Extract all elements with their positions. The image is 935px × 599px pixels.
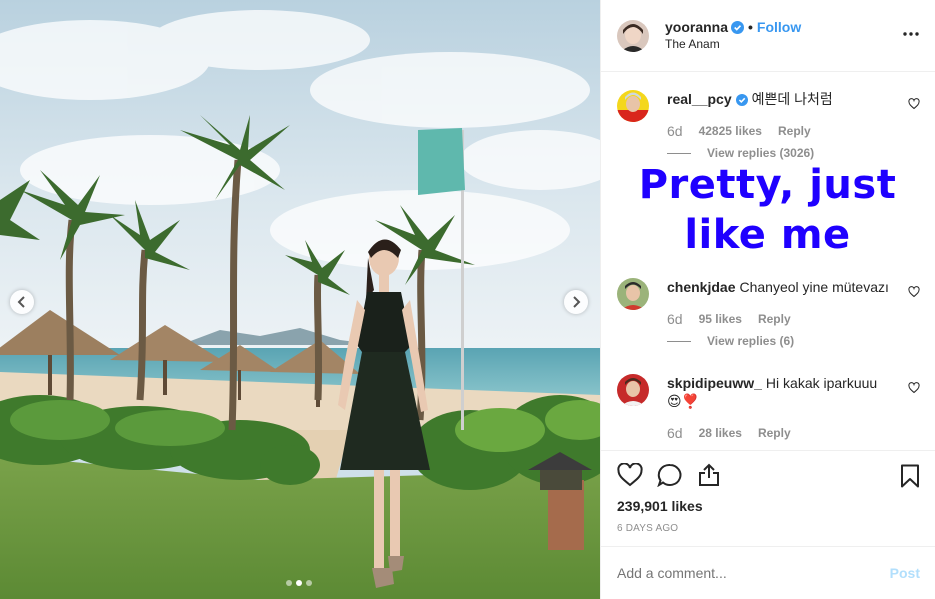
chevron-left-icon: [17, 296, 25, 308]
carousel-next-button[interactable]: [564, 290, 588, 314]
comment-text-block: skpidipeuww_ Hi kakak iparkuuu 😍❣️: [667, 374, 897, 410]
heart-icon[interactable]: [617, 463, 643, 487]
carousel-dot: [306, 580, 312, 586]
comment-likes[interactable]: 42825 likes: [699, 124, 762, 138]
comment-text-block: chenkjdae Chanyeol yine mütevazı: [667, 278, 897, 296]
comment-text: Hi kakak iparkuuu: [765, 375, 878, 391]
heart-icon[interactable]: [908, 98, 920, 110]
comment-meta: 6d 42825 likes Reply: [667, 123, 811, 139]
comment-time[interactable]: 6d: [667, 123, 683, 139]
view-replies-label: View replies (6): [707, 334, 795, 348]
verified-badge-icon: [735, 94, 748, 106]
comment-time[interactable]: 6d: [667, 311, 683, 327]
carousel-dot-active: [296, 580, 302, 586]
author-info: yooranna • Follow The Anam: [665, 19, 801, 53]
overlay-caption-line: like me: [684, 212, 851, 258]
more-options-icon[interactable]: [903, 26, 919, 42]
comment-text-block: real__pcy 예쁜데 나처럼: [667, 90, 897, 108]
comment-input[interactable]: [617, 565, 890, 581]
post-actions-section: 239,901 likes 6 DAYS AGO: [601, 450, 935, 534]
post-button[interactable]: Post: [890, 565, 920, 581]
comment-username[interactable]: skpidipeuww_: [667, 375, 762, 391]
heart-icon[interactable]: [908, 382, 920, 394]
follow-button[interactable]: Follow: [757, 19, 801, 35]
comment-meta: 6d 28 likes Reply: [667, 425, 791, 441]
verified-badge-icon: [731, 20, 745, 34]
header-separator: •: [748, 18, 753, 35]
post-timestamp[interactable]: 6 DAYS AGO: [617, 523, 678, 534]
bookmark-icon[interactable]: [900, 464, 920, 488]
commenter-avatar[interactable]: [617, 90, 649, 122]
carousel-prev-button[interactable]: [10, 290, 34, 314]
comment-username[interactable]: chenkjdae: [667, 279, 735, 295]
post-header: yooranna • Follow The Anam: [601, 0, 935, 72]
commenter-avatar[interactable]: [617, 278, 649, 310]
share-icon[interactable]: [697, 463, 721, 487]
chevron-right-icon: [573, 296, 581, 308]
comment-text: 예쁜데 나처럼: [751, 91, 833, 107]
comment-emoji: 😍❣️: [667, 393, 700, 409]
post-side-panel: yooranna • Follow The Anam real__pcy 예쁜데 나처…: [600, 0, 935, 599]
view-replies-label: View replies (3026): [707, 146, 815, 160]
replies-divider: [667, 152, 691, 154]
photo-scene: [0, 0, 600, 599]
location-link[interactable]: The Anam: [665, 36, 801, 53]
carousel-dot: [286, 580, 292, 586]
author-avatar[interactable]: [617, 19, 649, 52]
view-replies-button[interactable]: View replies (3026): [667, 146, 814, 160]
reply-button[interactable]: Reply: [778, 124, 811, 138]
comment-icon[interactable]: [657, 463, 683, 487]
author-username[interactable]: yooranna: [665, 19, 728, 35]
reply-button[interactable]: Reply: [758, 426, 791, 440]
heart-icon[interactable]: [908, 286, 920, 298]
reply-button[interactable]: Reply: [758, 312, 791, 326]
comment-likes[interactable]: 28 likes: [699, 426, 742, 440]
overlay-caption-line: Pretty, just: [638, 162, 897, 208]
action-buttons: [617, 463, 721, 487]
comment-meta: 6d 95 likes Reply: [667, 311, 791, 327]
likes-count[interactable]: 239,901 likes: [617, 498, 703, 514]
comment-likes[interactable]: 95 likes: [699, 312, 742, 326]
comment-time[interactable]: 6d: [667, 425, 683, 441]
comment-text: Chanyeol yine mütevazı: [739, 279, 889, 295]
add-comment-bar: Post: [601, 546, 935, 599]
post-photo[interactable]: [0, 0, 600, 599]
overlay-caption: Pretty, just like me: [600, 160, 935, 260]
commenter-avatar[interactable]: [617, 374, 649, 406]
replies-divider: [667, 340, 691, 342]
view-replies-button[interactable]: View replies (6): [667, 334, 794, 348]
carousel-dots: [286, 580, 312, 586]
comment-username[interactable]: real__pcy: [667, 91, 732, 107]
